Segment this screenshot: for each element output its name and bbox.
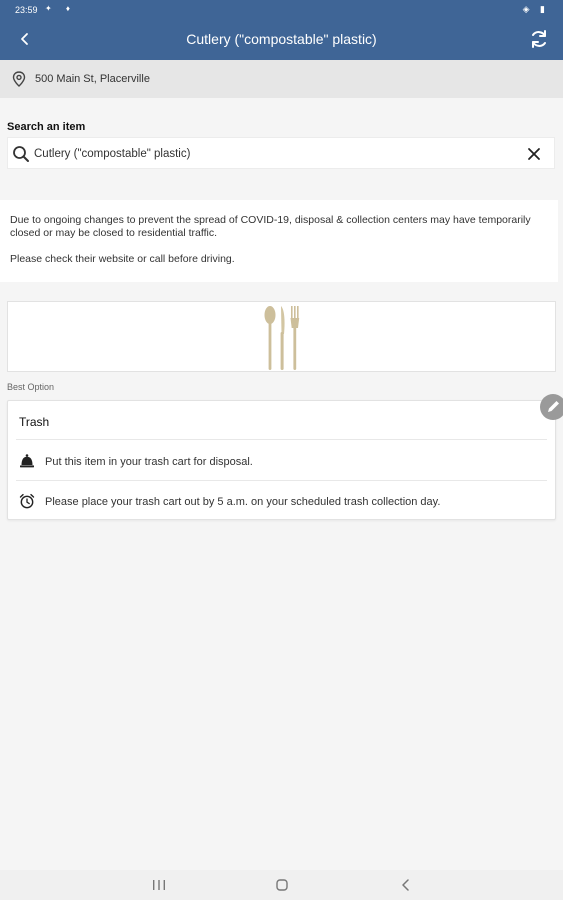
- option-row-text: Put this item in your trash cart for dis…: [45, 456, 253, 468]
- status-bar: 23:59 ✦ ♦ ◈ ▮: [0, 0, 563, 20]
- search-label: Search an item: [7, 121, 86, 133]
- refresh-icon: [532, 30, 546, 48]
- clear-search-button[interactable]: [526, 146, 542, 162]
- search-icon: [13, 146, 29, 162]
- option-divider: [16, 480, 547, 481]
- close-icon: [528, 148, 540, 160]
- notice-call-text: Please check their website or call befor…: [10, 253, 235, 265]
- alarm-clock-icon: [19, 493, 35, 509]
- covid-notice: Due to ongoing changes to prevent the sp…: [0, 200, 558, 282]
- address-text: 500 Main St, Placerville: [35, 73, 150, 85]
- option-divider: [16, 439, 547, 440]
- option-row-text: Please place your trash cart out by 5 a.…: [45, 496, 441, 508]
- best-option-label: Best Option: [7, 382, 55, 392]
- back-arrow-icon: [21, 33, 28, 45]
- search-box: [7, 137, 555, 169]
- edit-button[interactable]: [540, 394, 563, 420]
- status-time: 23:59: [15, 5, 38, 15]
- nav-back-icon[interactable]: [397, 877, 415, 893]
- cutlery-icon: [264, 306, 300, 370]
- best-option-card[interactable]: Trash Put this item in your trash cart f…: [7, 400, 556, 520]
- system-nav-bar: [0, 870, 563, 900]
- home-icon[interactable]: [273, 877, 291, 893]
- notice-text: Due to ongoing changes to prevent the sp…: [10, 214, 531, 239]
- item-image-card: [7, 301, 556, 372]
- pencil-icon: [548, 401, 559, 412]
- search-input[interactable]: [34, 143, 514, 165]
- back-button[interactable]: [12, 26, 38, 52]
- status-system-icons: ◈ ▮: [522, 4, 549, 14]
- address-bar[interactable]: 500 Main St, Placerville: [0, 60, 563, 98]
- app-bar: 23:59 ✦ ♦ ◈ ▮ Cutlery ("compostable" pla…: [0, 0, 563, 60]
- recent-apps-icon[interactable]: [150, 877, 168, 893]
- refresh-button[interactable]: [527, 27, 551, 51]
- location-pin-icon: [12, 71, 26, 87]
- page-title: Cutlery ("compostable" plastic): [186, 31, 377, 47]
- status-notification-icons: ✦ ♦: [45, 4, 77, 13]
- option-title: Trash: [19, 415, 50, 429]
- bell-icon: [20, 454, 34, 468]
